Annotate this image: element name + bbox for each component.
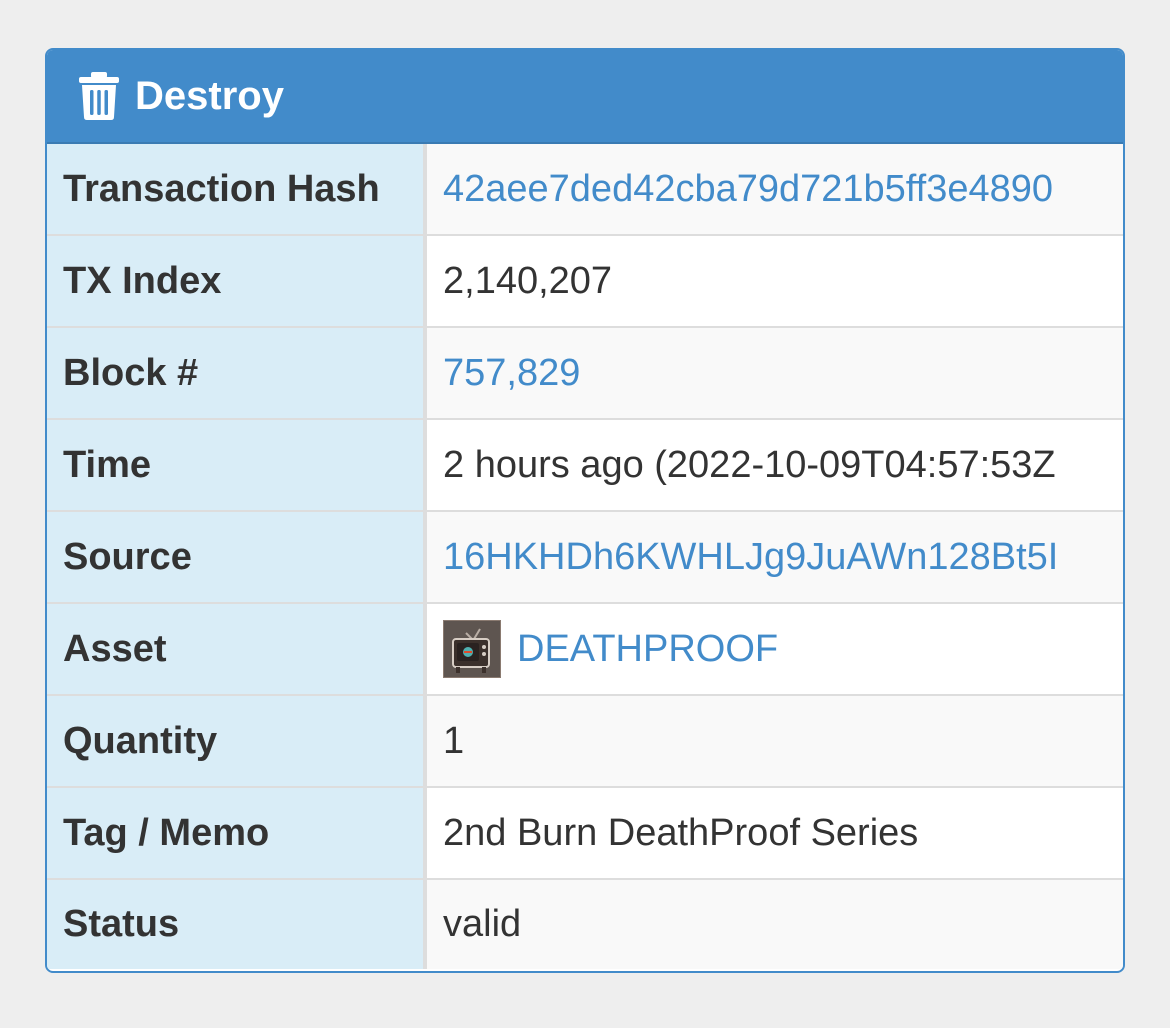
row-label: Time <box>47 419 427 512</box>
table-row-time: Time 2 hours ago (2022-10-09T04:57:53Z <box>47 419 1123 512</box>
row-label: TX Index <box>47 235 427 328</box>
panel-title: Destroy <box>135 73 284 118</box>
table-row-quantity: Quantity 1 <box>47 695 1123 788</box>
row-value: DEATHPROOF <box>425 603 1123 696</box>
row-value: 757,829 <box>425 327 1123 420</box>
block-number-link[interactable]: 757,829 <box>443 352 580 394</box>
table-row-tag-memo: Tag / Memo 2nd Burn DeathProof Series <box>47 787 1123 880</box>
row-label: Asset <box>47 603 427 696</box>
row-label: Status <box>47 879 427 969</box>
asset-wrap: DEATHPROOF <box>443 620 1123 678</box>
transaction-hash-link[interactable]: 42aee7ded42cba79d721b5ff3e4890 <box>443 168 1053 210</box>
table-row-transaction-hash: Transaction Hash 42aee7ded42cba79d721b5f… <box>47 144 1123 236</box>
row-label: Transaction Hash <box>47 144 427 236</box>
row-label: Source <box>47 511 427 604</box>
panel-heading: Destroy <box>47 50 1123 144</box>
destroy-panel: Destroy Transaction Hash 42aee7ded42cba7… <box>45 48 1125 973</box>
source-address-link[interactable]: 16HKHDh6KWHLJg9JuAWn128Bt5I <box>443 536 1058 578</box>
table-row-block: Block # 757,829 <box>47 327 1123 420</box>
status-value: valid <box>425 879 1123 969</box>
tx-index-value: 2,140,207 <box>425 235 1123 328</box>
row-label: Quantity <box>47 695 427 788</box>
row-value: 16HKHDh6KWHLJg9JuAWn128Bt5I <box>425 511 1123 604</box>
time-value: 2 hours ago (2022-10-09T04:57:53Z <box>425 419 1123 512</box>
row-label: Block # <box>47 327 427 420</box>
asset-link[interactable]: DEATHPROOF <box>517 628 778 671</box>
table-row-source: Source 16HKHDh6KWHLJg9JuAWn128Bt5I <box>47 511 1123 604</box>
table-row-status: Status valid <box>47 879 1123 969</box>
table-row-asset: Asset DEATHPROOF <box>47 603 1123 696</box>
memo-value: 2nd Burn DeathProof Series <box>425 787 1123 880</box>
asset-thumbnail-tv-icon[interactable] <box>443 620 501 678</box>
row-value: 42aee7ded42cba79d721b5ff3e4890 <box>425 144 1123 236</box>
table-row-tx-index: TX Index 2,140,207 <box>47 235 1123 328</box>
trash-icon <box>77 71 121 121</box>
quantity-value: 1 <box>425 695 1123 788</box>
row-label: Tag / Memo <box>47 787 427 880</box>
details-table: Transaction Hash 42aee7ded42cba79d721b5f… <box>47 144 1123 969</box>
